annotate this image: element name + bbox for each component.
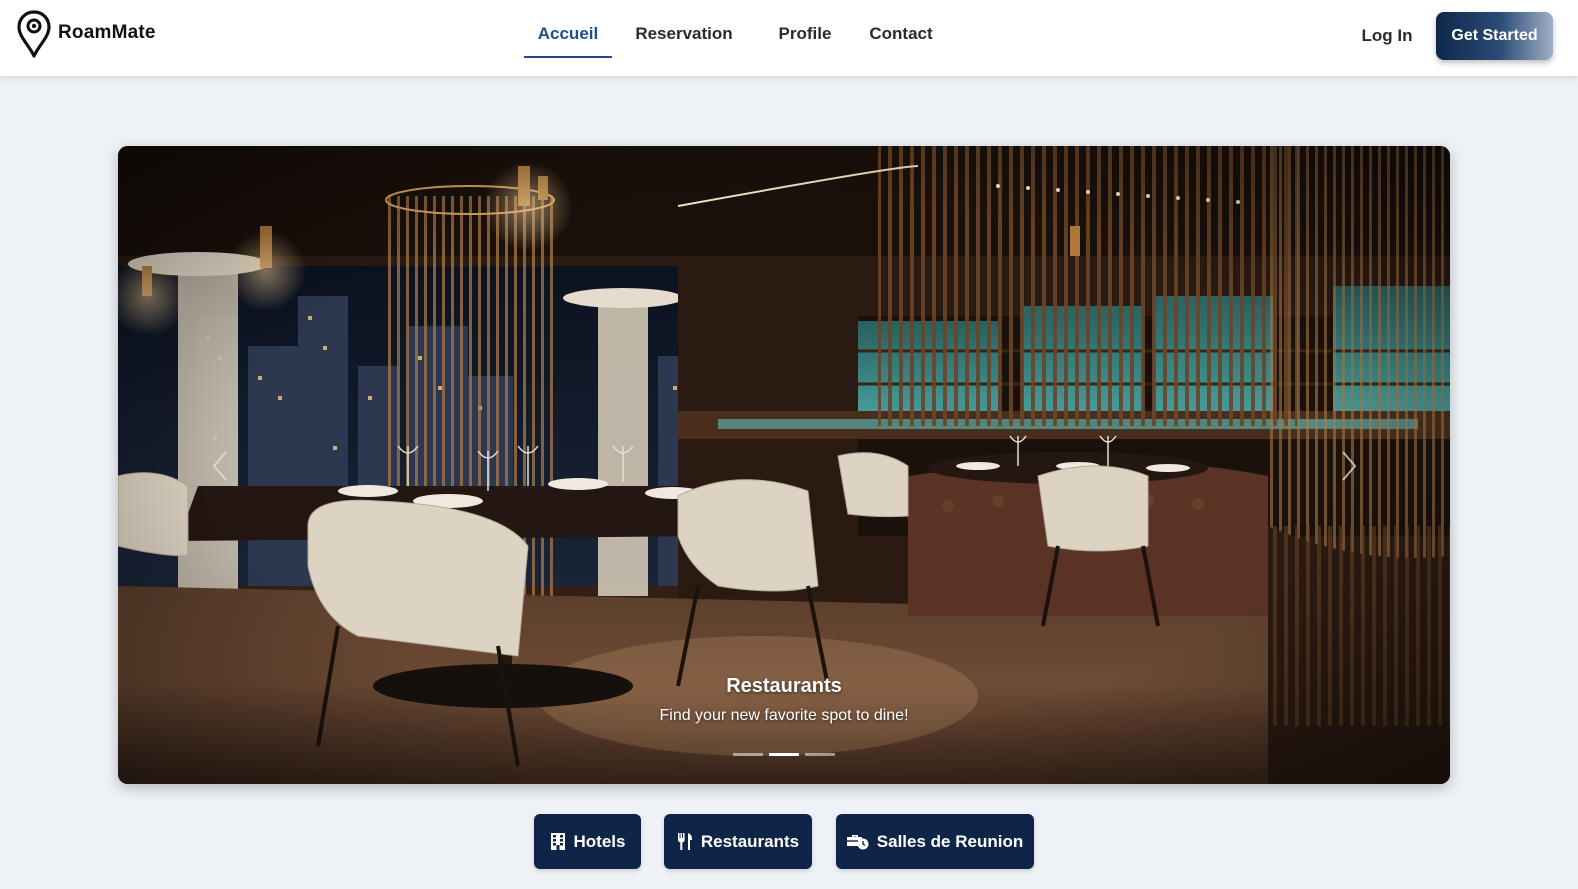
- restaurants-label: Restaurants: [700, 831, 800, 851]
- nav-link-reservation[interactable]: Reservation: [629, 14, 739, 58]
- chevron-right-icon: [1342, 451, 1357, 481]
- nav-link-profile[interactable]: Profile: [770, 14, 840, 58]
- top-navbar: RoamMate Accueil Reservation Profile Con…: [0, 0, 1578, 76]
- salles-de-reunion-button[interactable]: Salles de Reunion: [836, 814, 1034, 869]
- main-nav: Accueil Reservation Profile Contact: [524, 14, 939, 58]
- carousel-indicator-2[interactable]: [769, 753, 799, 756]
- hotels-button[interactable]: Hotels: [534, 814, 641, 869]
- carousel-indicators: [733, 753, 835, 756]
- slide-title: Restaurants: [726, 675, 842, 697]
- briefcase-clock-icon: [846, 835, 869, 850]
- carousel-next-button[interactable]: [1329, 436, 1369, 496]
- map-pin-icon: [17, 10, 51, 58]
- nav-link-contact[interactable]: Contact: [863, 14, 939, 58]
- brand-name: RoamMate: [58, 22, 156, 43]
- get-started-button[interactable]: Get Started: [1436, 12, 1553, 60]
- category-buttons: Hotels Restaurants Salles de Reunion: [0, 814, 1578, 870]
- chevron-left-icon: [212, 451, 227, 481]
- hero-carousel: Restaurants Find your new favorite spot …: [118, 146, 1450, 784]
- utensils-icon: [677, 833, 692, 850]
- slide-caption: Restaurants Find your new favorite spot …: [118, 674, 1450, 726]
- slide-text: Find your new favorite spot to dine!: [659, 707, 909, 724]
- brand-logo[interactable]: RoamMate: [16, 9, 156, 59]
- restaurants-button[interactable]: Restaurants: [664, 814, 812, 869]
- login-link[interactable]: Log In: [1352, 22, 1422, 50]
- carousel-indicator-3[interactable]: [805, 753, 835, 756]
- carousel-indicator-1[interactable]: [733, 753, 763, 756]
- carousel-prev-button[interactable]: [200, 436, 240, 496]
- nav-link-accueil[interactable]: Accueil: [524, 14, 612, 58]
- salles-de-reunion-label: Salles de Reunion: [876, 831, 1024, 851]
- building-icon: [550, 833, 565, 850]
- hotels-label: Hotels: [573, 831, 626, 851]
